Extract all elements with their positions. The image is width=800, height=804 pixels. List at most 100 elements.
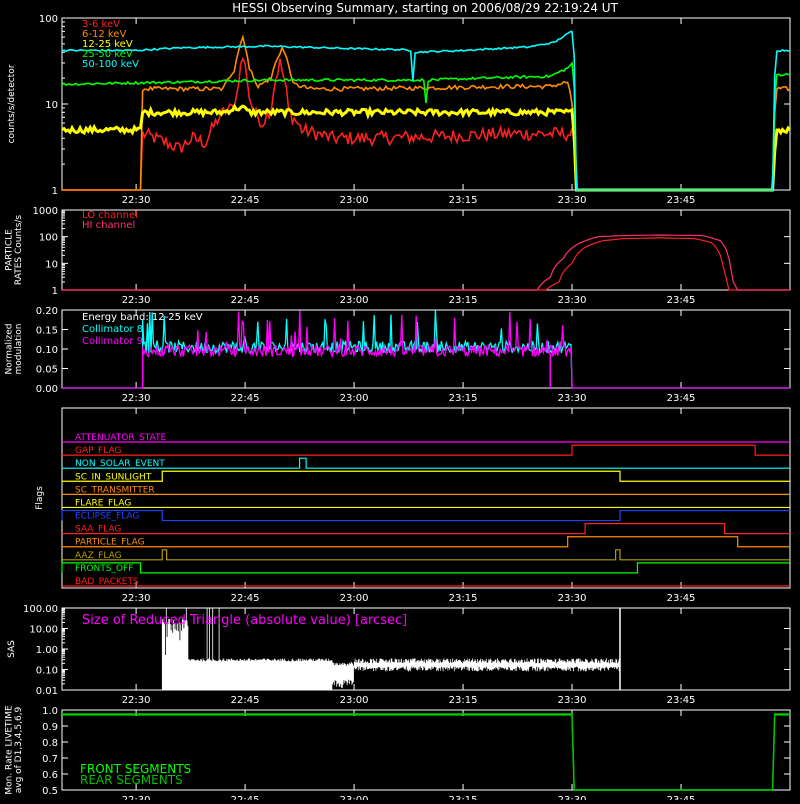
time-tick-label: 23:45 [667, 695, 696, 706]
time-tick-label: 22:30 [122, 393, 151, 404]
count-rates-ylabel: counts/s/detector [7, 64, 17, 143]
y-tick-label: 0.7 [42, 754, 58, 765]
flag-label-non-solar-event: NON_SOLAR_EVENT [75, 459, 165, 469]
flag-label-gap-flag: GAP_FLAG [75, 446, 121, 456]
legend-entry: HI channel [82, 220, 135, 231]
y-tick-label: 0.6 [42, 770, 58, 781]
time-tick-label: 23:30 [558, 393, 587, 404]
legend-entry: REAR SEGMENTS [80, 773, 183, 787]
y-tick-label: 0.10 [36, 666, 58, 677]
panel-modulation: 22:30 22:45 23:00 23:15 23:30 23:45 Normalized… [4, 306, 791, 404]
time-tick-label: 23:30 [558, 795, 587, 800]
y-tick-label: 0.05 [36, 365, 58, 376]
y-tick-label: 1.0 [42, 706, 58, 717]
flag-line-sc-in-sunlight [62, 470, 790, 482]
series-hi-channel [62, 234, 790, 291]
particle-rates-frame [61, 209, 791, 291]
y-tick-label: 0.01 [36, 686, 58, 697]
y-tick-label: 1 [52, 286, 58, 297]
count-rates-frame [61, 17, 791, 191]
flag-line-fronts-off [61, 562, 790, 574]
time-tick-label: 22:30 [122, 795, 151, 800]
y-tick-label: 0.8 [42, 738, 58, 749]
flag-label-saa-flag: SAA_FLAG [75, 525, 121, 535]
time-tick-label: 23:00 [340, 795, 369, 800]
time-tick-label: 23:45 [667, 195, 696, 206]
ylabel-line: Normalized [4, 323, 14, 374]
series-25-50-kev [61, 61, 790, 191]
panel-livetime: 22:30 22:45 23:00 23:15 23:30 23:45 Mon. Rate … [4, 705, 791, 804]
y-tick-label: 10 [45, 259, 58, 270]
y-tick-label: 0.5 [42, 786, 58, 797]
y-tick-label: 0.00 [36, 384, 58, 395]
time-tick-label: 23:15 [449, 795, 478, 800]
time-tick-label: 22:45 [231, 593, 260, 604]
y-tick-label: 10 [45, 100, 58, 111]
flags-frame [61, 407, 791, 589]
time-tick-label: 22:45 [231, 195, 260, 206]
time-tick-label: 22:30 [122, 195, 151, 206]
legend-entry: Collimator 8 [82, 324, 143, 335]
flag-line-eclipse-flag [61, 509, 790, 522]
ylabel-line: modulation [14, 324, 24, 375]
hessi-summary-page: HESSI Observing Summary, starting on 200… [0, 0, 800, 804]
time-tick-label: 23:45 [667, 593, 696, 604]
y-tick-label: 0.10 [36, 345, 58, 356]
ylabel-line: avg of D1,3,4,5,6,9 [14, 706, 24, 793]
y-tick-label: 0.15 [36, 326, 58, 337]
legend-entry: Collimator 9 [82, 336, 143, 347]
panel-particle-rates: 22:30 22:45 23:00 23:15 23:30 23:45 PARTICLERA… [4, 206, 791, 306]
time-tick-label: 23:00 [340, 195, 369, 206]
flag-label-aaz-flag: AAZ_FLAG [75, 551, 122, 561]
time-tick-label: 22:45 [231, 393, 260, 404]
sas-annotation: Size of Reduced Triangle (absolute value… [82, 613, 407, 628]
time-tick-label: 23:00 [340, 295, 369, 306]
page-title: HESSI Observing Summary, starting on 200… [232, 1, 618, 15]
flag-label-sc-transmitter: SC_TRANSMITTER [75, 485, 155, 495]
series-3-6-kev [62, 56, 769, 191]
flag-line-aaz-flag [62, 549, 790, 561]
time-tick-label: 23:45 [667, 295, 696, 306]
energy-band-label: Energy band: 12-25 keV [82, 312, 203, 323]
time-tick-label: 23:00 [340, 593, 369, 604]
time-tick-label: 23:15 [449, 393, 478, 404]
time-tick-label: 22:30 [122, 695, 151, 706]
time-tick-label: 23:30 [558, 295, 587, 306]
y-tick-label: 100 [39, 233, 58, 244]
time-tick-label: 22:45 [231, 795, 260, 800]
livetime-ylabel: Mon. Rate LIVETIMEavg of D1,3,4,5,6,9 [4, 705, 24, 795]
flag-label-bad-packets: BAD_PACKETS [75, 577, 139, 587]
time-tick-label: 23:00 [340, 393, 369, 404]
time-tick-label: 23:30 [558, 593, 587, 604]
flag-label-attenuator-state: ATTENUATOR_STATE [75, 433, 167, 443]
time-tick-label: 23:45 [667, 393, 696, 404]
y-tick-label: 100 [39, 14, 58, 25]
time-tick-label: 22:45 [231, 695, 260, 706]
time-tick-label: 23:00 [340, 695, 369, 706]
time-tick-label: 22:45 [231, 295, 260, 306]
time-tick-label: 23:30 [558, 195, 587, 206]
flag-label-sc-in-sunlight: SC_IN_SUNLIGHT [75, 472, 152, 482]
panel-sas: 22:30 22:45 23:00 23:15 23:30 23:45 SAS 0.01 0.1… [7, 604, 791, 706]
ylabel-line: RATES Counts/s [14, 215, 24, 286]
time-tick-label: 22:30 [122, 295, 151, 306]
y-tick-label: 10.00 [29, 625, 58, 636]
flag-label-fronts-off: FRONTS_OFF [75, 564, 133, 574]
panel-count-rates: 22:30 22:45 23:00 23:15 23:30 23:45 counts/s/d… [7, 14, 792, 206]
y-tick-label: 100.00 [23, 604, 58, 615]
flag-line-particle-flag [62, 536, 790, 548]
legend-entry: 50-100 keV [82, 59, 139, 70]
modulation-ylabel: Normalizedmodulation [4, 323, 24, 374]
y-tick-label: 0.9 [42, 722, 58, 733]
ylabel-line: Mon. Rate LIVETIME [4, 705, 14, 795]
time-tick-label: 23:30 [558, 695, 587, 706]
flags-ylabel: Flags [35, 486, 45, 510]
flag-label-particle-flag: PARTICLE_FLAG [75, 538, 145, 548]
time-tick-label: 23:15 [449, 295, 478, 306]
panel-flags: 22:30 22:45 23:00 23:15 23:30 23:45 Flags ATTEN… [35, 407, 791, 604]
ylabel-line: PARTICLE [4, 229, 14, 271]
flag-line-saa-flag [62, 523, 790, 535]
hessi-summary-plot: HESSI Observing Summary, starting on 200… [4, 1, 792, 804]
flag-line-gap-flag [62, 444, 790, 456]
time-tick-label: 23:45 [667, 795, 696, 800]
